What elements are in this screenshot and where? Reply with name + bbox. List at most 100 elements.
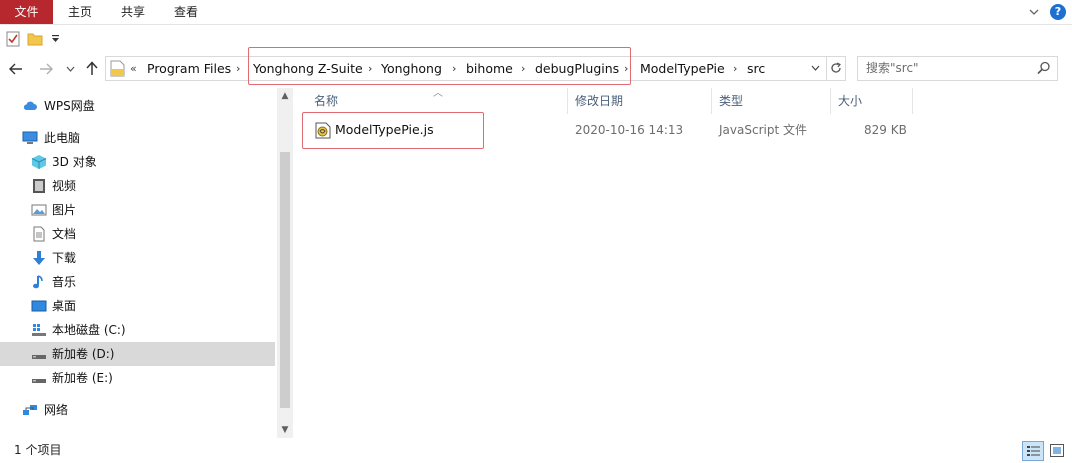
column-header-type[interactable]: 类型 bbox=[719, 88, 829, 114]
address-separator[interactable]: › bbox=[368, 57, 372, 80]
search-icon[interactable] bbox=[1037, 61, 1051, 75]
column-divider[interactable] bbox=[711, 88, 712, 114]
item-count: 1 个项目 bbox=[14, 443, 62, 457]
address-segment[interactable]: Yonghong Z-Suite bbox=[253, 57, 363, 80]
video-icon bbox=[33, 179, 45, 193]
status-bar: 1 个项目 bbox=[0, 438, 1072, 463]
file-name: ModelTypePie.js bbox=[335, 122, 434, 137]
nav-item-pictures[interactable]: 图片 bbox=[0, 198, 275, 222]
properties-icon[interactable] bbox=[6, 31, 20, 47]
file-row[interactable]: ModelTypePie.js 2020-10-16 14:13 JavaScr… bbox=[305, 118, 925, 142]
customize-toolbar-icon[interactable] bbox=[51, 35, 60, 43]
nav-label: 网络 bbox=[44, 403, 69, 417]
nav-scrollbar[interactable]: ▲ ▼ bbox=[277, 88, 293, 438]
nav-item-wps-drive[interactable]: WPS网盘 bbox=[0, 94, 275, 118]
details-view-icon bbox=[1027, 446, 1040, 456]
tab-share[interactable]: 共享 bbox=[107, 0, 159, 24]
address-separator[interactable]: › bbox=[236, 57, 240, 80]
large-icons-view-icon bbox=[1050, 444, 1064, 457]
column-divider[interactable] bbox=[830, 88, 831, 114]
address-segment[interactable]: Program Files bbox=[147, 57, 231, 80]
nav-label: 视频 bbox=[52, 179, 77, 193]
nav-item-network[interactable]: 网络 bbox=[0, 398, 275, 422]
tab-view[interactable]: 查看 bbox=[159, 0, 213, 24]
address-segment-current[interactable]: src bbox=[747, 57, 765, 80]
address-separator[interactable]: › bbox=[452, 57, 456, 80]
new-folder-icon[interactable] bbox=[27, 31, 43, 47]
address-segment[interactable]: debugPlugins bbox=[535, 57, 619, 80]
nav-item-desktop[interactable]: 桌面 bbox=[0, 294, 275, 318]
file-modified: 2020-10-16 14:13 bbox=[575, 123, 684, 137]
column-header-size[interactable]: 大小 bbox=[838, 88, 911, 114]
download-icon bbox=[33, 251, 45, 265]
music-icon bbox=[33, 275, 43, 289]
nav-label: WPS网盘 bbox=[44, 99, 95, 113]
address-separator[interactable]: › bbox=[733, 57, 737, 80]
nav-item-drive-c[interactable]: 本地磁盘 (C:) bbox=[0, 318, 275, 342]
nav-label: 此电脑 bbox=[44, 131, 81, 145]
nav-item-music[interactable]: 音乐 bbox=[0, 270, 275, 294]
computer-icon bbox=[22, 131, 38, 144]
details-view-button[interactable] bbox=[1022, 441, 1044, 461]
large-icons-view-button[interactable] bbox=[1046, 441, 1068, 461]
nav-label: 图片 bbox=[52, 203, 77, 217]
nav-label: 新加卷 (E:) bbox=[52, 371, 113, 385]
nav-item-downloads[interactable]: 下载 bbox=[0, 246, 275, 270]
navigation-pane: WPS网盘 此电脑 3D 对象 视频 图片 文档 下载 音乐 桌面 本地磁盘 (… bbox=[0, 88, 277, 438]
nav-label: 下载 bbox=[52, 251, 77, 265]
nav-item-this-pc[interactable]: 此电脑 bbox=[0, 126, 275, 150]
address-overflow[interactable]: « bbox=[130, 57, 137, 80]
nav-item-drive-e[interactable]: 新加卷 (E:) bbox=[0, 366, 275, 390]
nav-label: 桌面 bbox=[52, 299, 77, 313]
address-separator[interactable]: › bbox=[521, 57, 525, 80]
nav-label: 本地磁盘 (C:) bbox=[52, 323, 126, 337]
address-segment[interactable]: ModelTypePie bbox=[640, 57, 725, 80]
address-segment[interactable]: Yonghong bbox=[381, 57, 442, 80]
nav-item-documents[interactable]: 文档 bbox=[0, 222, 275, 246]
search-placeholder: 搜索"src" bbox=[866, 61, 919, 75]
picture-icon bbox=[31, 204, 47, 216]
drive-icon bbox=[32, 379, 46, 383]
address-dropdown-icon[interactable] bbox=[811, 65, 820, 71]
tab-file[interactable]: 文件 bbox=[0, 0, 53, 24]
refresh-button[interactable] bbox=[827, 56, 846, 81]
quick-access-toolbar bbox=[0, 26, 1072, 52]
drive-icon bbox=[32, 355, 46, 359]
column-divider[interactable] bbox=[912, 88, 913, 114]
nav-item-drive-d[interactable]: 新加卷 (D:) bbox=[0, 342, 275, 366]
address-segment[interactable]: bihome bbox=[466, 57, 513, 80]
nav-label: 音乐 bbox=[52, 275, 77, 289]
document-icon bbox=[33, 226, 45, 242]
help-button[interactable]: ? bbox=[1050, 4, 1066, 20]
up-arrow-icon[interactable] bbox=[86, 61, 98, 76]
recent-locations-icon[interactable] bbox=[66, 66, 75, 72]
file-type: JavaScript 文件 bbox=[719, 123, 807, 137]
network-icon bbox=[23, 405, 37, 415]
nav-item-3d-objects[interactable]: 3D 对象 bbox=[0, 150, 275, 174]
drive-c-icon bbox=[32, 324, 46, 336]
address-separator[interactable]: › bbox=[624, 57, 628, 80]
back-arrow-icon[interactable] bbox=[9, 63, 23, 75]
refresh-icon bbox=[831, 62, 841, 73]
nav-label: 新加卷 (D:) bbox=[52, 347, 115, 361]
scrollbar-thumb[interactable] bbox=[280, 152, 290, 408]
address-bar[interactable]: « Program Files › Yonghong Z-Suite › Yon… bbox=[105, 56, 827, 81]
file-size: 829 KB bbox=[864, 123, 907, 137]
column-header-name[interactable]: 名称 bbox=[314, 88, 568, 114]
address-row: « Program Files › Yonghong Z-Suite › Yon… bbox=[0, 54, 1072, 84]
scroll-down-icon[interactable]: ▼ bbox=[277, 422, 293, 438]
tab-home[interactable]: 主页 bbox=[53, 0, 107, 24]
search-box[interactable]: 搜索"src" bbox=[857, 56, 1058, 81]
cube-icon bbox=[31, 155, 47, 169]
nav-label: 3D 对象 bbox=[52, 155, 97, 169]
ribbon-tabs: 文件 主页 共享 查看 ? bbox=[0, 0, 1072, 25]
javascript-file-icon bbox=[315, 122, 331, 139]
expand-ribbon-icon[interactable] bbox=[1028, 6, 1040, 18]
nav-item-videos[interactable]: 视频 bbox=[0, 174, 275, 198]
column-header-modified[interactable]: 修改日期 bbox=[575, 88, 710, 114]
scroll-up-icon[interactable]: ▲ bbox=[277, 88, 293, 104]
forward-arrow-icon[interactable] bbox=[39, 63, 53, 75]
column-divider[interactable] bbox=[567, 88, 568, 114]
cloud-icon bbox=[23, 101, 37, 110]
folder-location-icon bbox=[110, 60, 125, 77]
